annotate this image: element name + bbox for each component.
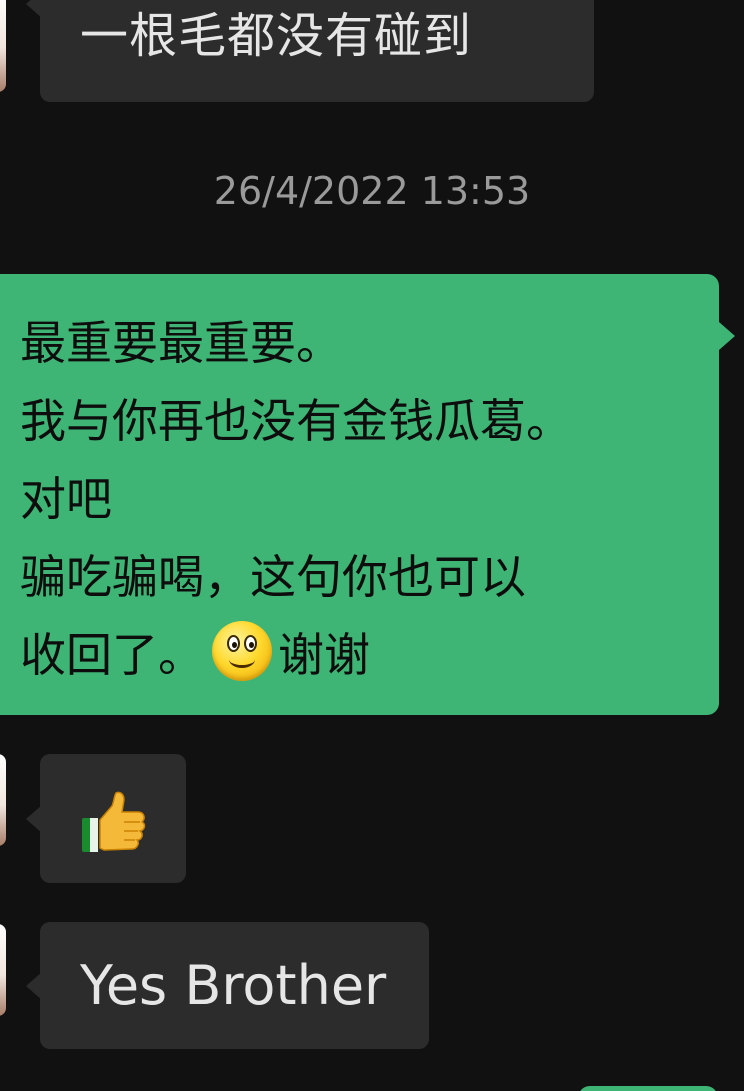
message-line-tail: 谢谢 <box>278 628 370 682</box>
message-line: 对吧 <box>20 472 112 526</box>
message-bubble-outgoing-partial[interactable] <box>578 1086 718 1091</box>
message-timestamp: 26/4/2022 13:53 <box>213 169 531 213</box>
avatar[interactable] <box>0 754 6 846</box>
message-line: 骗吃骗喝，这句你也可以 <box>20 550 526 604</box>
message-bubble-incoming[interactable]: 一根毛都没有碰到 <box>26 0 594 102</box>
avatar[interactable] <box>0 924 6 1016</box>
message-bubble-outgoing[interactable]: 最重要最重要。 我与你再也没有金钱瓜葛。 对吧 骗吃骗喝，这句你也可以 收回了。… <box>0 274 735 715</box>
message-text: Yes Brother <box>80 954 387 1017</box>
thumbs-up-emoji-icon <box>82 791 146 852</box>
message-line: 最重要最重要。 <box>20 316 342 370</box>
avatar[interactable] <box>0 0 6 92</box>
message-bubble-incoming[interactable] <box>26 754 186 883</box>
smiley-emoji-icon <box>212 621 272 681</box>
message-line: 我与你再也没有金钱瓜葛。 <box>20 394 572 448</box>
message-bubble-incoming[interactable]: Yes Brother <box>26 922 429 1049</box>
chat-window: 一根毛都没有碰到 26/4/2022 13:53 最重要最重要。 我与你再也没有… <box>0 0 744 1091</box>
message-line-last: 收回了。 谢谢 <box>20 616 709 694</box>
message-line: 收回了。 <box>20 628 204 682</box>
message-text: 一根毛都没有碰到 <box>80 8 473 64</box>
